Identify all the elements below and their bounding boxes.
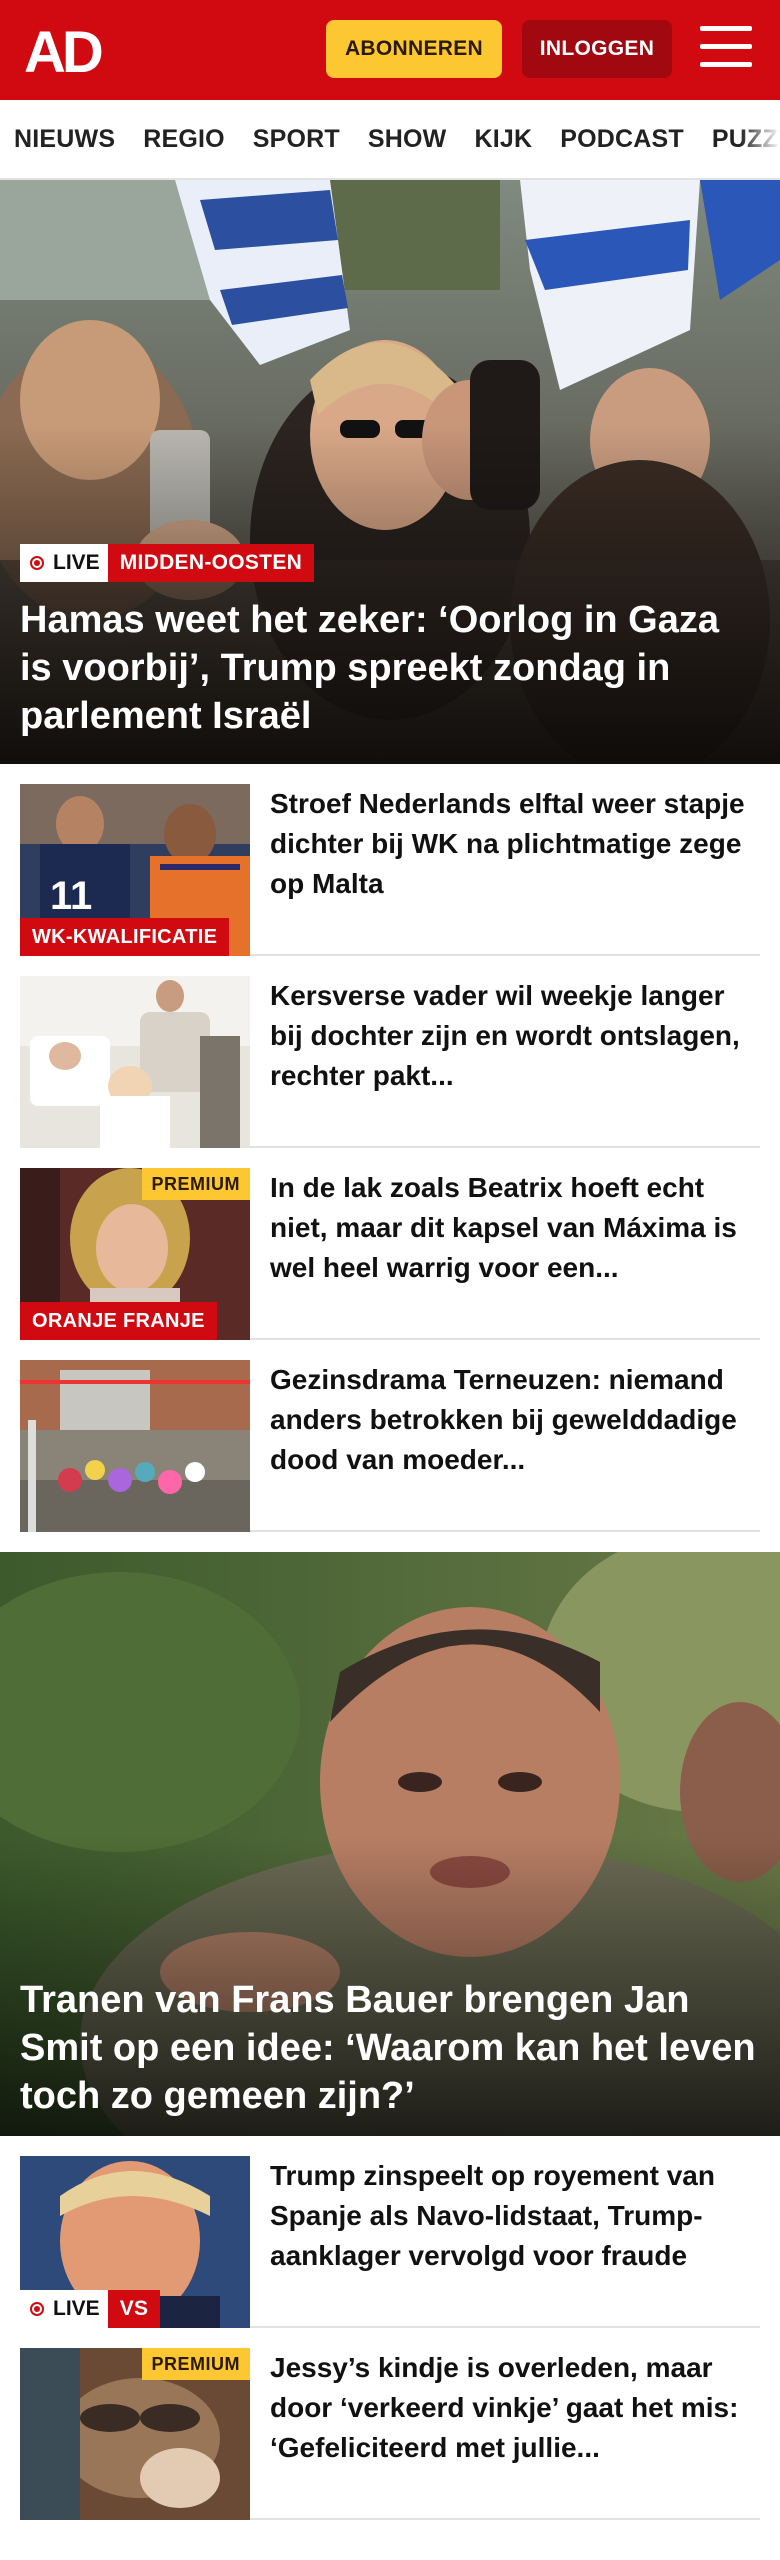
section-nav: NIEUWS REGIO SPORT SHOW KIJK PODCAST PUZ… [0,100,780,180]
login-button[interactable]: INLOGGEN [522,20,672,78]
live-dot-icon [30,2302,44,2316]
article-headline[interactable]: Kersverse vader wil weekje langer bij do… [270,976,760,1146]
article-list-2: LIVE VS Trump zinspeelt op royement van … [0,2136,780,2520]
article-thumbnail [20,1360,250,1532]
article-headline[interactable]: Gezinsdrama Terneuzen: niemand anders be… [270,1360,760,1530]
article-item[interactable]: LIVE VS Trump zinspeelt op royement van … [20,2136,760,2328]
article-thumbnail: PREMIUM ORANJE FRANJE [20,1168,250,1340]
father-baby-image [20,976,250,1148]
feature-article[interactable]: Tranen van Frans Bauer brengen Jan Smit … [0,1552,780,2136]
article-item[interactable]: 11 WK-KWALIFICATIE Stroef Nederlands elf… [20,764,760,956]
article-thumbnail: PREMIUM [20,2348,250,2520]
hamburger-line [700,26,752,31]
article-list: 11 WK-KWALIFICATIE Stroef Nederlands elf… [0,764,780,1532]
hamburger-line [700,44,752,49]
article-item[interactable]: Gezinsdrama Terneuzen: niemand anders be… [20,1340,760,1532]
nav-item-sport[interactable]: SPORT [239,125,354,154]
hero-article[interactable]: LIVE MIDDEN-OOSTEN Hamas weet het zeker:… [0,180,780,764]
nav-item-show[interactable]: SHOW [354,125,461,154]
article-item[interactable]: PREMIUM ORANJE FRANJE In de lak zoals Be… [20,1148,760,1340]
memorial-image [20,1360,250,1532]
nav-item-kijk[interactable]: KIJK [460,125,546,154]
article-headline[interactable]: Jessy’s kindje is overleden, maar door ‘… [270,2348,760,2518]
live-labels: LIVE VS [20,2290,161,2328]
live-dot-icon [30,556,44,570]
section-badge[interactable]: MIDDEN-OOSTEN [107,544,315,582]
article-item[interactable]: PREMIUM Jessy’s kindje is overleden, maa… [20,2328,760,2520]
article-thumbnail: LIVE VS [20,2156,250,2328]
hamburger-menu-icon[interactable] [700,26,752,72]
article-item[interactable]: Kersverse vader wil weekje langer bij do… [20,956,760,1148]
article-thumbnail: 11 WK-KWALIFICATIE [20,784,250,956]
feature-headline[interactable]: Tranen van Frans Bauer brengen Jan Smit … [20,1976,758,2120]
premium-badge: PREMIUM [141,2348,250,2380]
category-badge[interactable]: ORANJE FRANJE [20,1302,217,1340]
nav-item-regio[interactable]: REGIO [129,125,239,154]
live-label: LIVE [53,2297,100,2320]
article-headline[interactable]: Trump zinspeelt op royement van Spanje a… [270,2156,760,2326]
svg-text:AD: AD [24,22,102,78]
hamburger-line [700,62,752,67]
nav-item-podcast[interactable]: PODCAST [546,125,698,154]
ad-logo[interactable]: AD [24,22,116,78]
article-headline[interactable]: In de lak zoals Beatrix hoeft echt niet,… [270,1168,760,1338]
subscribe-button[interactable]: ABONNEREN [326,20,502,78]
live-label: LIVE [53,551,100,574]
nav-item-nieuws[interactable]: NIEUWS [0,125,129,154]
category-badge[interactable]: WK-KWALIFICATIE [20,918,230,956]
live-badge: LIVE [20,2290,108,2328]
hero-labels: LIVE MIDDEN-OOSTEN [20,544,315,582]
premium-badge: PREMIUM [141,1168,250,1200]
hero-headline[interactable]: Hamas weet het zeker: ‘Oorlog in Gaza is… [20,596,758,740]
svg-text:11: 11 [50,874,92,918]
nav-scroll-fade [740,100,780,178]
top-bar: AD ABONNEREN INLOGGEN [0,0,780,100]
article-headline[interactable]: Stroef Nederlands elftal weer stapje dic… [270,784,760,954]
live-badge: LIVE [20,544,108,582]
article-thumbnail [20,976,250,1148]
category-badge[interactable]: VS [107,2290,161,2328]
